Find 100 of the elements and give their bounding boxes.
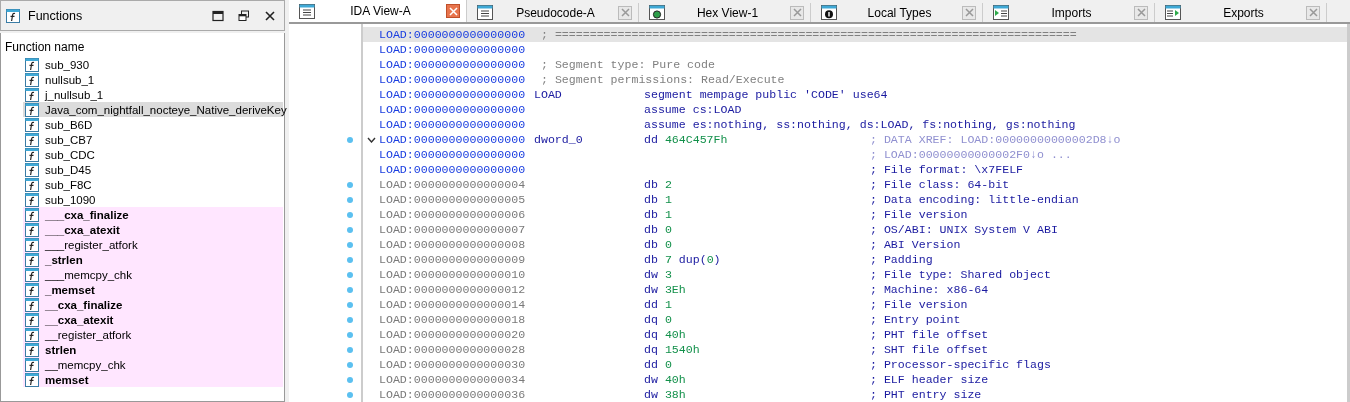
function-item[interactable]: __register_atfork (23, 327, 283, 342)
breakpoint-dot[interactable] (347, 256, 353, 263)
function-item[interactable]: __cxa_finalize (23, 297, 283, 312)
code-line[interactable]: LOAD:0000000000000018 dq 0 ; Entry point (363, 312, 1347, 327)
code-line[interactable]: LOAD:0000000000000000 assume es:nothing, ss:nothing, ds:LOAD, fs:nothing, gs:nothing (363, 117, 1347, 132)
function-item[interactable]: j_nullsub_1 (23, 87, 283, 102)
instruction: db 7 dup(0) (644, 253, 722, 266)
breakpoint-dot[interactable] (347, 181, 353, 188)
code-line[interactable]: LOAD:0000000000000009 db 7 dup(0) ; Padding (363, 252, 1347, 267)
code-line[interactable]: LOAD:0000000000000010 dw 3 ; File type: Shared object (363, 267, 1347, 282)
breakpoint-dot[interactable] (347, 196, 353, 203)
code-line[interactable]: LOAD:0000000000000007 db 0 ; OS/ABI: UNIX System V ABI (363, 222, 1347, 237)
address: LOAD:0000000000000007 (379, 223, 527, 236)
comment: ; File type: Shared object (870, 268, 1051, 281)
code-line[interactable]: LOAD:0000000000000000 ; File format: \x7FELF (363, 162, 1347, 177)
function-item[interactable]: ___cxa_atexit (23, 222, 283, 237)
breakpoint-dot[interactable] (347, 271, 353, 278)
instruction: dd 1 (644, 298, 673, 311)
code-line[interactable]: LOAD:0000000000000014 dd 1 ; File version (363, 297, 1347, 312)
code-line[interactable]: LOAD:0000000000000000 ; Segment permissions: Read/Execute (363, 72, 1347, 87)
function-item[interactable]: ___register_atfork (23, 237, 283, 252)
address: LOAD:0000000000000036 (379, 388, 527, 401)
code-line[interactable]: LOAD:0000000000000000 dword_0 dd 464C457Fh ; DATA XREF: LOAD:00000000000002D8↓o (363, 132, 1347, 147)
breakpoint-dot[interactable] (347, 346, 353, 353)
function-item[interactable]: sub_CDC (23, 147, 283, 162)
code-line[interactable]: LOAD:0000000000000004 db 2 ; File class: 64-bit (363, 177, 1347, 192)
address: LOAD:0000000000000020 (379, 328, 527, 341)
function-item[interactable]: sub_F8C (23, 177, 283, 192)
function-icon (25, 282, 39, 297)
function-item[interactable]: __cxa_atexit (23, 312, 283, 327)
address: LOAD:0000000000000000 (379, 43, 527, 56)
code-line[interactable]: LOAD:0000000000000020 dq 40h ; PHT file offset (363, 327, 1347, 342)
code-line[interactable]: LOAD:0000000000000030 dd 0 ; Processor-specific flags (363, 357, 1347, 372)
breakpoint-dot[interactable] (347, 136, 353, 143)
comment: ; Entry point (870, 313, 961, 326)
breakpoint-dot[interactable] (347, 211, 353, 218)
instruction: dd 464C457Fh (644, 133, 729, 146)
function-item[interactable]: _memset (23, 282, 283, 297)
function-icon (25, 312, 39, 327)
tab[interactable]: Imports (983, 3, 1155, 22)
code-line[interactable]: LOAD:0000000000000012 dw 3Eh ; Machine: x86-64 (363, 282, 1347, 297)
function-icon (25, 162, 39, 177)
function-item[interactable]: strlen (23, 342, 283, 357)
code-line[interactable]: LOAD:0000000000000008 db 0 ; ABI Version (363, 237, 1347, 252)
function-icon (25, 102, 39, 117)
function-item[interactable]: _strlen (23, 252, 283, 267)
collapse-icon[interactable] (366, 136, 376, 143)
tab[interactable]: IDA View-A (289, 0, 467, 22)
code-line[interactable]: LOAD:0000000000000006 db 1 ; File version (363, 207, 1347, 222)
code-line[interactable]: LOAD:0000000000000000 ; Segment type: Pure code (363, 57, 1347, 72)
breakpoint-dot[interactable] (347, 376, 353, 383)
code-line[interactable]: LOAD:0000000000000036 dw 38h ; PHT entry size (363, 387, 1347, 402)
function-item[interactable]: ___memcpy_chk (23, 267, 283, 282)
tab[interactable]: Hex View-1 (639, 3, 811, 22)
close-icon[interactable] (264, 9, 276, 22)
label: LOAD (534, 88, 563, 101)
panel-title: Functions (28, 8, 84, 23)
function-item[interactable]: ___cxa_finalize (23, 207, 283, 222)
comment: ; OS/ABI: UNIX System V ABI (870, 223, 1058, 236)
code-line[interactable]: LOAD:0000000000000028 dq 1540h ; SHT file offset (363, 342, 1347, 357)
info-icon (821, 5, 837, 20)
breakpoint-dot[interactable] (347, 331, 353, 338)
function-item[interactable]: sub_1090 (23, 192, 283, 207)
maximize-icon[interactable] (212, 9, 224, 22)
tab[interactable]: Local Types (811, 3, 983, 22)
function-icon (25, 252, 39, 267)
code-line[interactable]: LOAD:0000000000000000 LOAD segment mempage public 'CODE' use64 (363, 87, 1347, 102)
breakpoint-dot[interactable] (347, 226, 353, 233)
function-icon (25, 207, 39, 222)
function-item[interactable]: sub_D45 (23, 162, 283, 177)
tab[interactable]: Exports (1155, 3, 1327, 22)
restore-icon[interactable] (238, 9, 250, 22)
function-item[interactable]: sub_B6D (23, 117, 283, 132)
function-item[interactable]: sub_CB7 (23, 132, 283, 147)
instruction: dq 1540h (644, 343, 701, 356)
breakpoint-dot[interactable] (347, 391, 353, 398)
breakpoint-dot[interactable] (347, 286, 353, 293)
breakpoint-dot[interactable] (347, 316, 353, 323)
column-header[interactable]: Function name (1, 33, 282, 57)
comment: ; Padding (870, 253, 933, 266)
code-line[interactable]: LOAD:0000000000000005 db 1 ; Data encoding: little-endian (363, 192, 1347, 207)
list-icon (477, 5, 493, 20)
code-line[interactable]: LOAD:0000000000000000 assume cs:LOAD (363, 102, 1347, 117)
function-item[interactable]: sub_930 (23, 57, 283, 72)
function-icon (25, 57, 39, 72)
address: LOAD:0000000000000000 (379, 28, 527, 41)
breakpoint-dot[interactable] (347, 241, 353, 248)
function-item[interactable]: memset (23, 372, 283, 387)
address: LOAD:0000000000000014 (379, 298, 527, 311)
breakpoint-dot[interactable] (347, 361, 353, 368)
breakpoint-dot[interactable] (347, 301, 353, 308)
comment: ; Machine: x86-64 (870, 283, 989, 296)
function-item[interactable]: nullsub_1 (23, 72, 283, 87)
address: LOAD:0000000000000008 (379, 238, 527, 251)
code-line[interactable]: LOAD:0000000000000000 (363, 42, 1347, 57)
code-line[interactable]: LOAD:0000000000000034 dw 40h ; ELF header size (363, 372, 1347, 387)
code-line[interactable]: LOAD:0000000000000000 ; LOAD:00000000000002F0↓o ... (363, 147, 1347, 162)
function-item[interactable]: __memcpy_chk (23, 357, 283, 372)
tab[interactable]: Pseudocode-A (467, 3, 639, 22)
address: LOAD:0000000000000000 (379, 118, 527, 131)
